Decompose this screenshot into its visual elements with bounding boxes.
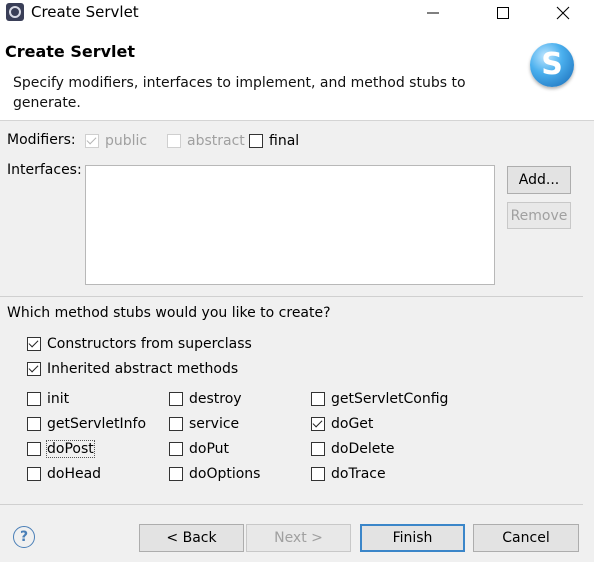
add-interface-button[interactable]: Add... (507, 166, 571, 194)
method-checkbox-row[interactable]: getServletInfo (27, 416, 146, 432)
method-checkbox-row[interactable]: doHead (27, 466, 101, 482)
method-checkbox-row[interactable]: init (27, 391, 69, 407)
method-checkbox-row[interactable]: doOptions (169, 466, 260, 482)
destroy-checkbox[interactable] (169, 392, 183, 406)
maximize-icon (497, 6, 509, 19)
doget-checkbox[interactable] (311, 417, 325, 431)
abstract-label: abstract (187, 133, 245, 149)
dodelete-checkbox[interactable] (311, 442, 325, 456)
dotrace-checkbox[interactable] (311, 467, 325, 481)
remove-interface-button[interactable]: Remove (507, 202, 571, 229)
method-checkbox-row[interactable]: doPost (27, 440, 95, 458)
doput-checkbox[interactable] (169, 442, 183, 456)
maximize-button[interactable] (480, 0, 526, 25)
method-label: doTrace (331, 466, 386, 482)
next-button[interactable]: Next > (246, 524, 351, 552)
method-checkbox-row[interactable]: doGet (311, 416, 373, 432)
interfaces-label: Interfaces: (7, 162, 82, 178)
method-checkbox-row[interactable]: doPut (169, 441, 229, 457)
getservletconfig-checkbox[interactable] (311, 392, 325, 406)
method-label: doPost (46, 440, 95, 458)
method-label: destroy (189, 391, 242, 407)
constructors-checkbox-row[interactable]: Constructors from superclass (27, 336, 252, 352)
method-label: service (189, 416, 240, 432)
method-label: doDelete (331, 441, 395, 457)
abstract-checkbox-row[interactable]: abstract (167, 133, 245, 149)
abstract-checkbox[interactable] (167, 134, 181, 148)
constructors-checkbox[interactable] (27, 337, 41, 351)
method-label: doPut (189, 441, 230, 457)
method-checkbox-row[interactable]: destroy (169, 391, 242, 407)
method-checkbox-row[interactable]: getServletConfig (311, 391, 448, 407)
window-title: Create Servlet (31, 3, 139, 21)
inherited-checkbox-row[interactable]: Inherited abstract methods (27, 361, 238, 377)
method-label: getServletInfo (47, 416, 147, 432)
separator (0, 504, 583, 505)
interfaces-list[interactable] (85, 165, 495, 285)
final-label: final (269, 133, 300, 149)
method-label: doHead (47, 466, 102, 482)
servlet-logo-icon: S (530, 43, 574, 87)
method-label: doGet (331, 416, 374, 432)
stubs-question: Which method stubs would you like to cre… (7, 305, 331, 321)
page-description: Specify modifiers, interfaces to impleme… (13, 75, 466, 111)
final-checkbox-row[interactable]: final (249, 133, 299, 149)
getservletinfo-checkbox[interactable] (27, 417, 41, 431)
method-label: doOptions (189, 466, 261, 482)
minimize-icon (427, 12, 439, 13)
method-checkbox-row[interactable]: doDelete (311, 441, 394, 457)
close-button[interactable] (540, 0, 586, 25)
method-checkbox-row[interactable]: doTrace (311, 466, 386, 482)
close-icon (556, 6, 570, 19)
modifiers-label: Modifiers: (7, 132, 76, 148)
help-icon[interactable]: ? (13, 526, 35, 548)
public-checkbox[interactable] (85, 134, 99, 148)
dooptions-checkbox[interactable] (169, 467, 183, 481)
method-label: getServletConfig (331, 391, 449, 407)
app-gear-icon (6, 3, 24, 21)
separator (0, 296, 583, 297)
public-label: public (105, 133, 148, 149)
back-button[interactable]: < Back (139, 524, 244, 552)
service-checkbox[interactable] (169, 417, 183, 431)
constructors-label: Constructors from superclass (47, 336, 252, 352)
page-title: Create Servlet (5, 42, 136, 61)
inherited-label: Inherited abstract methods (47, 361, 239, 377)
method-checkbox-row[interactable]: service (169, 416, 239, 432)
method-label: init (47, 391, 70, 407)
final-checkbox[interactable] (249, 134, 263, 148)
inherited-checkbox[interactable] (27, 362, 41, 376)
minimize-button[interactable] (410, 0, 456, 25)
dopost-checkbox[interactable] (27, 442, 41, 456)
init-checkbox[interactable] (27, 392, 41, 406)
finish-button[interactable]: Finish (360, 524, 465, 552)
public-checkbox-row[interactable]: public (85, 133, 147, 149)
cancel-button[interactable]: Cancel (473, 524, 579, 552)
dohead-checkbox[interactable] (27, 467, 41, 481)
